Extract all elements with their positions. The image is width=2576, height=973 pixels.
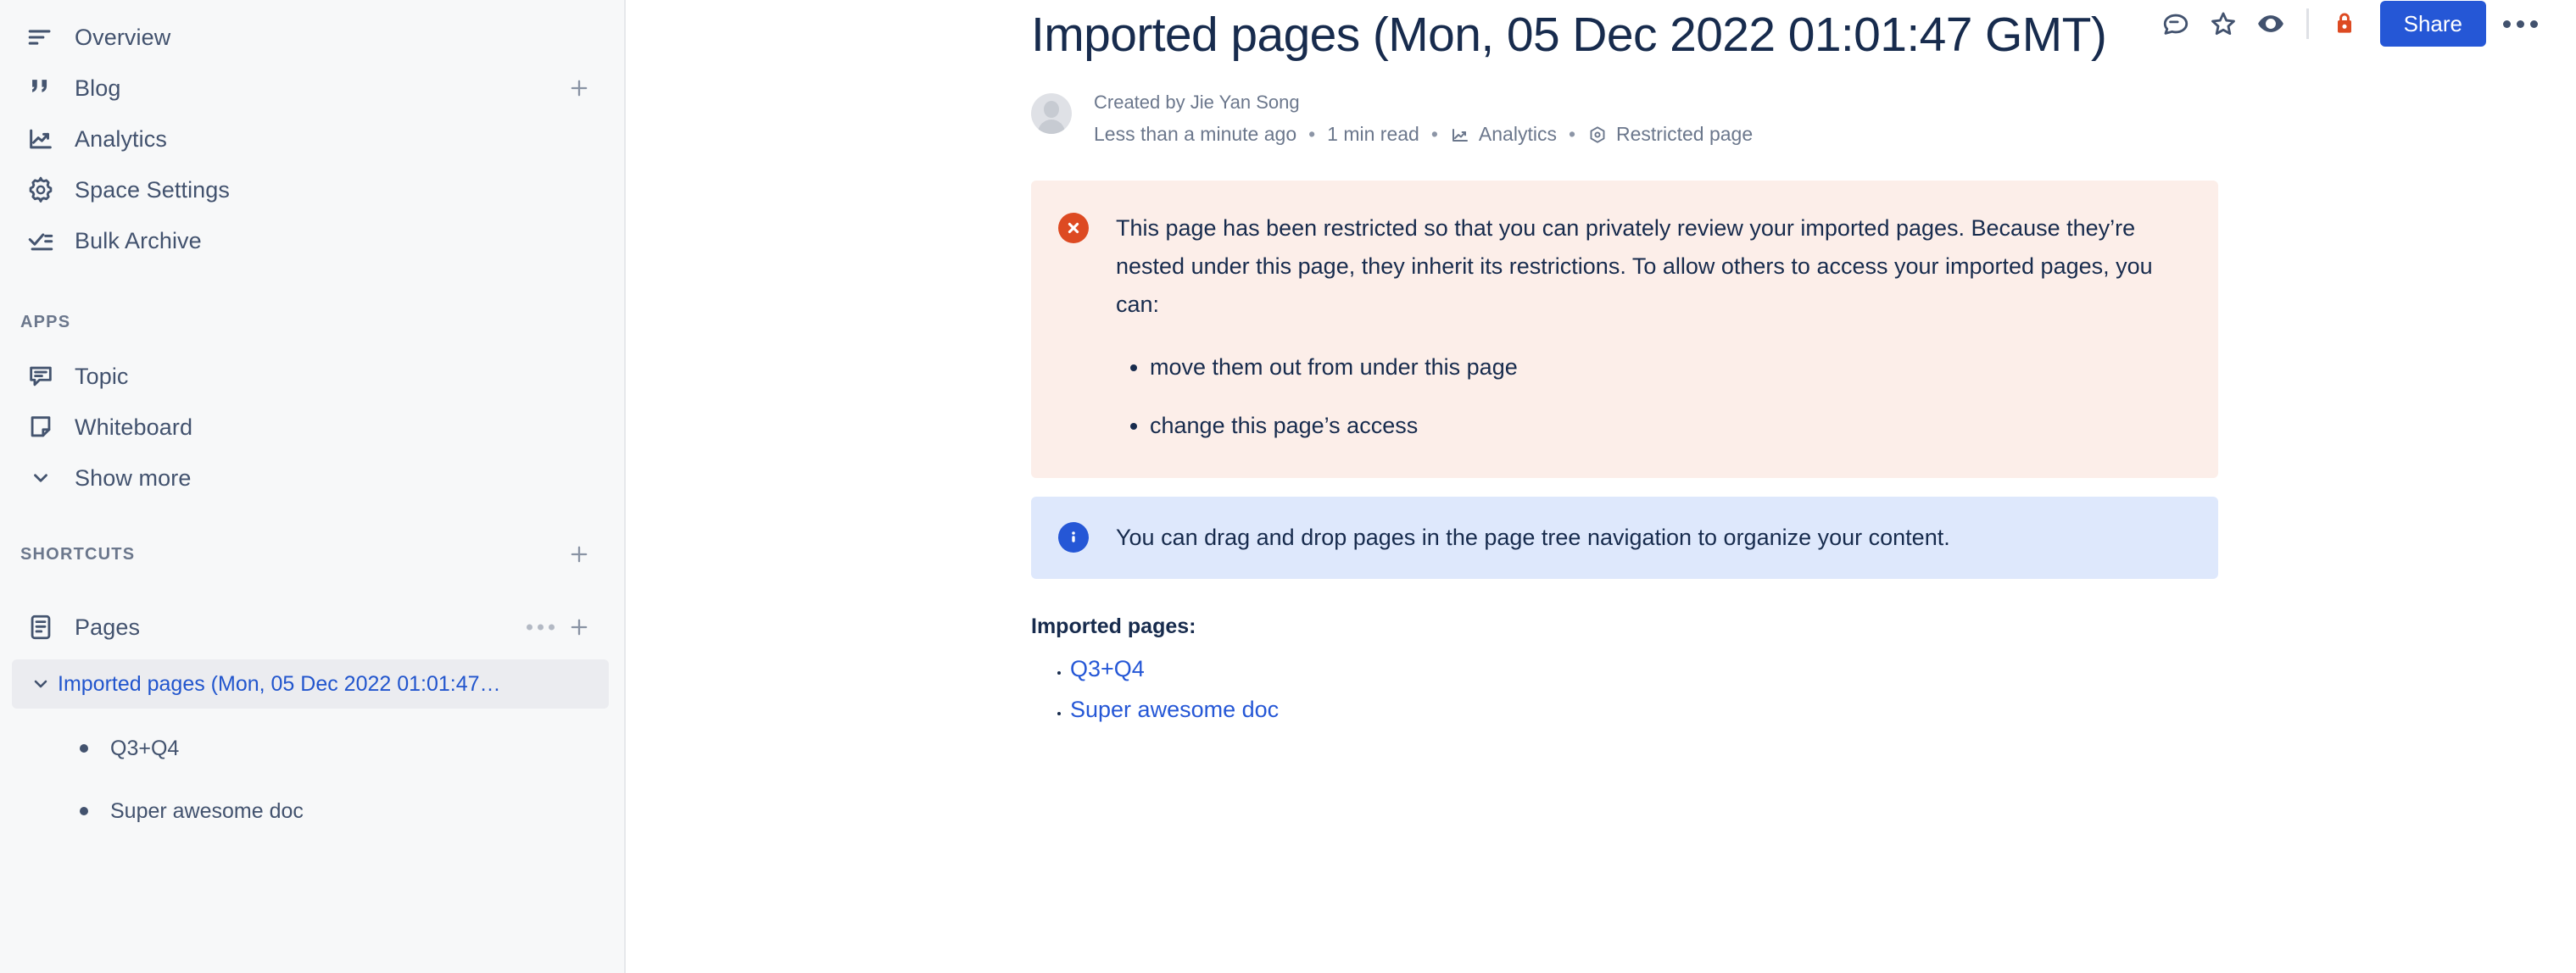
blog-quote-icon	[20, 74, 61, 103]
sidebar-item-overview[interactable]: Overview	[0, 12, 624, 63]
watch-eye-icon[interactable]	[2247, 0, 2294, 47]
sidebar-item-bulk-archive[interactable]: Bulk Archive	[0, 215, 624, 266]
imported-pages-label: Imported pages:	[1031, 614, 1196, 638]
error-cross-icon	[1058, 212, 1094, 243]
add-page-button[interactable]	[565, 613, 594, 642]
sidebar-item-label: Analytics	[75, 125, 167, 152]
add-blog-post-button[interactable]	[565, 74, 594, 103]
page-tree-item-label: Super awesome doc	[110, 798, 304, 823]
page-tree-item-super-awesome-doc[interactable]: Super awesome doc	[0, 787, 624, 836]
byline-separator: •	[1568, 123, 1576, 146]
main-content: Share Imported pages (Mon, 05 Dec 2022 0…	[626, 0, 2576, 973]
error-banner-bullet-list: move them out from under this page chang…	[1116, 348, 2191, 446]
analytics-link[interactable]: Analytics	[1479, 120, 1557, 150]
sidebar-item-label: Topic	[75, 363, 129, 389]
sidebar-item-blog[interactable]: Blog	[0, 63, 624, 114]
restriction-status-badge[interactable]: Restricted page	[1616, 120, 1753, 150]
analytics-chart-icon	[20, 125, 61, 153]
byline-separator: •	[1308, 123, 1316, 146]
page-byline: Created by Jie Yan Song Less than a minu…	[1031, 88, 2576, 150]
shortcuts-section-header: SHORTCUTS	[0, 536, 624, 573]
page-tree-item-label: Imported pages (Mon, 05 Dec 2022 01:01:4…	[58, 671, 501, 696]
page-content: Imported pages (Mon, 05 Dec 2022 01:01:4…	[626, 0, 2576, 723]
app-root: Overview Blog Analytics Space Settings B…	[0, 0, 2576, 973]
toolbar-divider	[2306, 8, 2309, 39]
imported-page-link[interactable]: Q3+Q4	[1070, 656, 1145, 681]
whiteboard-icon	[20, 413, 61, 442]
drag-drop-info-banner: You can drag and drop pages in the page …	[1031, 496, 2218, 579]
sidebar-item-whiteboard[interactable]: Whiteboard	[0, 402, 624, 453]
sidebar-show-more[interactable]: Show more	[0, 453, 624, 503]
analytics-chart-icon	[1450, 125, 1470, 145]
star-icon[interactable]	[2200, 0, 2247, 47]
read-time-text: 1 min read	[1327, 123, 1419, 146]
topic-comment-icon	[20, 362, 61, 391]
chevron-down-icon	[20, 467, 61, 489]
pages-more-actions-button[interactable]	[527, 624, 555, 631]
sidebar-item-label: Blog	[75, 75, 121, 101]
comment-icon[interactable]	[2152, 0, 2200, 47]
restriction-target-icon	[1587, 125, 1608, 145]
add-shortcut-button[interactable]	[565, 540, 594, 569]
sidebar-item-label: Bulk Archive	[75, 227, 202, 253]
shortcuts-section-title: SHORTCUTS	[20, 544, 136, 564]
bullet-icon	[80, 807, 88, 815]
error-banner-body: This page has been restricted so that yo…	[1116, 209, 2191, 446]
sidebar-item-topic[interactable]: Topic	[0, 351, 624, 402]
space-sidebar: Overview Blog Analytics Space Settings B…	[0, 0, 626, 973]
overview-icon	[20, 23, 61, 52]
imported-page-link[interactable]: Super awesome doc	[1070, 697, 1279, 722]
apps-section-title: APPS	[20, 312, 71, 331]
gear-icon	[20, 175, 61, 204]
avatar[interactable]	[1031, 93, 1072, 135]
list-item: Q3+Q4	[1070, 656, 2576, 682]
list-item: Super awesome doc	[1070, 697, 2576, 723]
restriction-error-banner: This page has been restricted so that yo…	[1031, 180, 2218, 478]
sidebar-item-analytics[interactable]: Analytics	[0, 114, 624, 164]
chevron-down-icon[interactable]	[24, 674, 58, 694]
more-actions-button[interactable]	[2495, 0, 2545, 47]
share-button[interactable]: Share	[2379, 1, 2486, 47]
sidebar-item-pages[interactable]: Pages	[0, 603, 624, 651]
page-tree-item-imported-pages[interactable]: Imported pages (Mon, 05 Dec 2022 01:01:4…	[12, 659, 609, 709]
pages-label: Pages	[75, 614, 141, 640]
error-banner-text: This page has been restricted so that yo…	[1116, 214, 2153, 318]
sidebar-item-label: Whiteboard	[75, 414, 193, 440]
sidebar-item-label: Space Settings	[75, 176, 231, 203]
sidebar-item-label: Overview	[75, 24, 171, 50]
bulk-archive-icon	[20, 226, 61, 255]
lock-icon[interactable]	[2321, 0, 2368, 47]
page-tree-item-label: Q3+Q4	[110, 736, 180, 760]
last-updated-text: Less than a minute ago	[1094, 123, 1297, 146]
show-more-label: Show more	[75, 464, 192, 491]
info-banner-body: You can drag and drop pages in the page …	[1116, 524, 1950, 550]
info-icon	[1058, 521, 1094, 553]
byline-separator: •	[1430, 123, 1438, 146]
list-item: change this page’s access	[1150, 407, 2191, 445]
page-tree-item-q3q4[interactable]: Q3+Q4	[0, 724, 624, 773]
created-by-text: Created by Jie Yan Song	[1094, 92, 1300, 114]
pages-icon	[20, 613, 61, 642]
sidebar-item-space-settings[interactable]: Space Settings	[0, 164, 624, 215]
page-actions-toolbar: Share	[2152, 0, 2545, 47]
imported-pages-list: Q3+Q4 Super awesome doc	[1031, 656, 2576, 723]
bullet-icon	[80, 744, 88, 753]
apps-section-header: APPS	[0, 303, 624, 341]
list-item: move them out from under this page	[1150, 348, 2191, 386]
